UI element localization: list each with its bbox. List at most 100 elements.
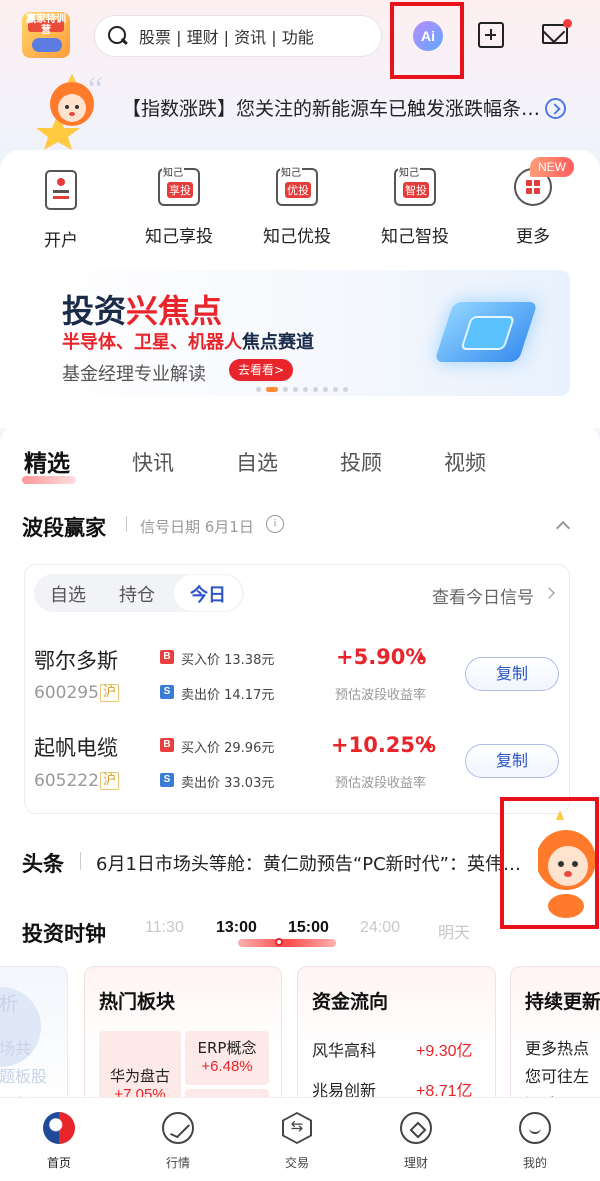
tab-flash[interactable]: 快讯: [132, 447, 174, 477]
stock-code: 605222: [34, 771, 99, 791]
hot-sectors-card[interactable]: 热门板块 华为盘古 +7.05% ERP概念 +6.48%: [84, 966, 282, 1106]
feed-tabs: 精选 快讯 自选 投顾 视频: [0, 444, 600, 484]
partial-text: 场共: [0, 1039, 32, 1058]
investment-clock-title: 投资时钟: [22, 922, 106, 946]
sector-name: 华为盘古: [109, 1067, 170, 1085]
banner-pagination: [256, 387, 348, 393]
sector-item[interactable]: 华为盘古 +7.05%: [99, 1031, 181, 1105]
partial-text: 析: [0, 993, 19, 1015]
divider: [80, 852, 81, 870]
profile-smile-icon: [519, 1112, 551, 1144]
banner-go-button[interactable]: 去看看>: [229, 359, 294, 381]
ticker-arrow-icon[interactable]: [545, 98, 566, 119]
zhiji-youtou-icon: 知己 优投: [276, 164, 318, 206]
time-slot[interactable]: 明天: [438, 919, 470, 943]
buy-tag-icon: B: [160, 738, 174, 752]
copy-button[interactable]: 复制: [465, 744, 559, 778]
tab-watchlist[interactable]: 自选: [236, 447, 278, 477]
service-label: 知己优投: [263, 227, 331, 247]
page-dot: [323, 387, 328, 392]
service-zhiji-zhitou[interactable]: 知己 智投 知己智投: [360, 164, 470, 247]
new-badge: NEW: [530, 157, 574, 177]
flow-stock-name: 风华高科: [312, 1041, 377, 1060]
nav-label: 首页: [46, 1156, 71, 1170]
headline-text[interactable]: 6月1日市场头等舱：黄仁勋预告“PC新时代”：英伟…: [96, 850, 536, 876]
search-placeholder: 股票 | 理财 | 资讯 | 功能: [139, 28, 314, 47]
stock-name[interactable]: 起帆电缆: [34, 732, 118, 762]
icon-bottom-text: 享投: [167, 182, 193, 198]
service-label: 知己享投: [145, 227, 213, 247]
icon-bottom-text: 智投: [403, 182, 429, 198]
service-zhiji-youtou[interactable]: 知己 优投 知己优投: [242, 164, 352, 247]
nav-me[interactable]: 我的: [495, 1112, 575, 1171]
icon-top-text: 知己: [162, 164, 184, 179]
partial-card-left[interactable]: 析 场共 题板股 炒封: [0, 966, 68, 1106]
fund-flow-title: 资金流向: [312, 991, 389, 1013]
zhiji-xiangtou-icon: 知己 享投: [158, 164, 200, 206]
tab-featured[interactable]: 精选: [24, 444, 70, 478]
stock-name[interactable]: 鄂尔多斯: [34, 645, 118, 675]
see-today-signal-link[interactable]: 查看今日信号: [432, 583, 534, 608]
chip-illustration-icon: [434, 302, 538, 362]
icon-top-text: 知己: [280, 164, 302, 179]
nav-label: 交易: [284, 1156, 309, 1170]
sector-item[interactable]: ERP概念 +6.48%: [185, 1031, 269, 1085]
nav-market[interactable]: 行情: [138, 1112, 218, 1171]
time-slot[interactable]: 24:00: [360, 919, 400, 937]
estimated-return: +5.90%: [336, 645, 427, 669]
segment-today[interactable]: 今日: [190, 581, 226, 607]
market-tag: 沪: [100, 772, 120, 790]
headline-label: 头条: [22, 852, 64, 876]
up-arrow-icon: [417, 651, 425, 660]
page-dot: [313, 387, 318, 392]
sell-price: 卖出价 14.17元: [181, 688, 275, 703]
nav-label: 理财: [403, 1156, 428, 1170]
stock-code: 600295: [34, 683, 99, 703]
nav-label: 我的: [522, 1156, 547, 1170]
service-more[interactable]: 更多: [478, 168, 588, 247]
nav-trade[interactable]: 交易: [257, 1112, 337, 1171]
nav-label: 行情: [165, 1156, 190, 1170]
svg-text:“: “: [88, 71, 103, 108]
search-icon: [107, 25, 129, 47]
market-trend-icon: [162, 1112, 194, 1144]
flow-value: +9.30亿: [416, 1043, 473, 1060]
info-icon[interactable]: i: [266, 515, 284, 533]
nav-wealth[interactable]: 理财: [376, 1112, 456, 1171]
up-arrow-icon: [424, 739, 432, 748]
sell-price: 卖出价 33.03元: [181, 776, 275, 791]
page-dot: [303, 387, 308, 392]
add-icon[interactable]: [478, 22, 504, 48]
banner-title: 投资兴焦点: [62, 286, 222, 332]
tab-video[interactable]: 视频: [444, 447, 486, 477]
continue-card[interactable]: 持续更新 更多热点 您可往左 滑哦: [510, 966, 600, 1106]
time-slot-current[interactable]: 13:00: [216, 919, 257, 937]
divider: [126, 516, 127, 532]
sector-name: ERP概念: [197, 1039, 257, 1057]
page-dot: [293, 387, 298, 392]
page-dot: [343, 387, 348, 392]
banner-title-a: 投资: [62, 292, 127, 330]
home-logo-icon: [43, 1112, 75, 1144]
page-dot: [256, 387, 261, 392]
market-tag: 沪: [100, 684, 120, 702]
segment-watchlist[interactable]: 自选: [50, 581, 86, 607]
nav-home[interactable]: 首页: [19, 1112, 99, 1171]
time-slot[interactable]: 15:00: [288, 919, 329, 937]
banner-description: 基金经理专业解读: [62, 364, 206, 385]
copy-button[interactable]: 复制: [465, 657, 559, 691]
segment-holdings[interactable]: 持仓: [119, 581, 155, 607]
zhiji-zhitou-icon: 知己 智投: [394, 164, 436, 206]
icon-top-text: 知己: [398, 164, 420, 179]
service-label: 知己智投: [381, 227, 449, 247]
fund-flow-card[interactable]: 资金流向 风华高科 +9.30亿 兆易创新 +8.71亿: [297, 966, 496, 1106]
ticker-text[interactable]: 【指数涨跌】您关注的新能源车已触发涨跌幅条…: [122, 94, 542, 121]
promo-banner[interactable]: 投资兴焦点 半导体、卫星、机器人焦点赛道 基金经理专业解读 去看看>: [24, 270, 570, 396]
service-zhiji-xiangtou[interactable]: 知己 享投 知己享投: [124, 164, 234, 247]
time-slot[interactable]: 11:30: [145, 919, 184, 937]
service-label: 更多: [516, 227, 550, 247]
app-logo[interactable]: 赢家特训营: [22, 12, 70, 58]
service-open-account[interactable]: 开户: [6, 168, 116, 251]
search-bar[interactable]: 股票 | 理财 | 资讯 | 功能: [94, 15, 382, 57]
tab-advisor[interactable]: 投顾: [340, 447, 382, 477]
